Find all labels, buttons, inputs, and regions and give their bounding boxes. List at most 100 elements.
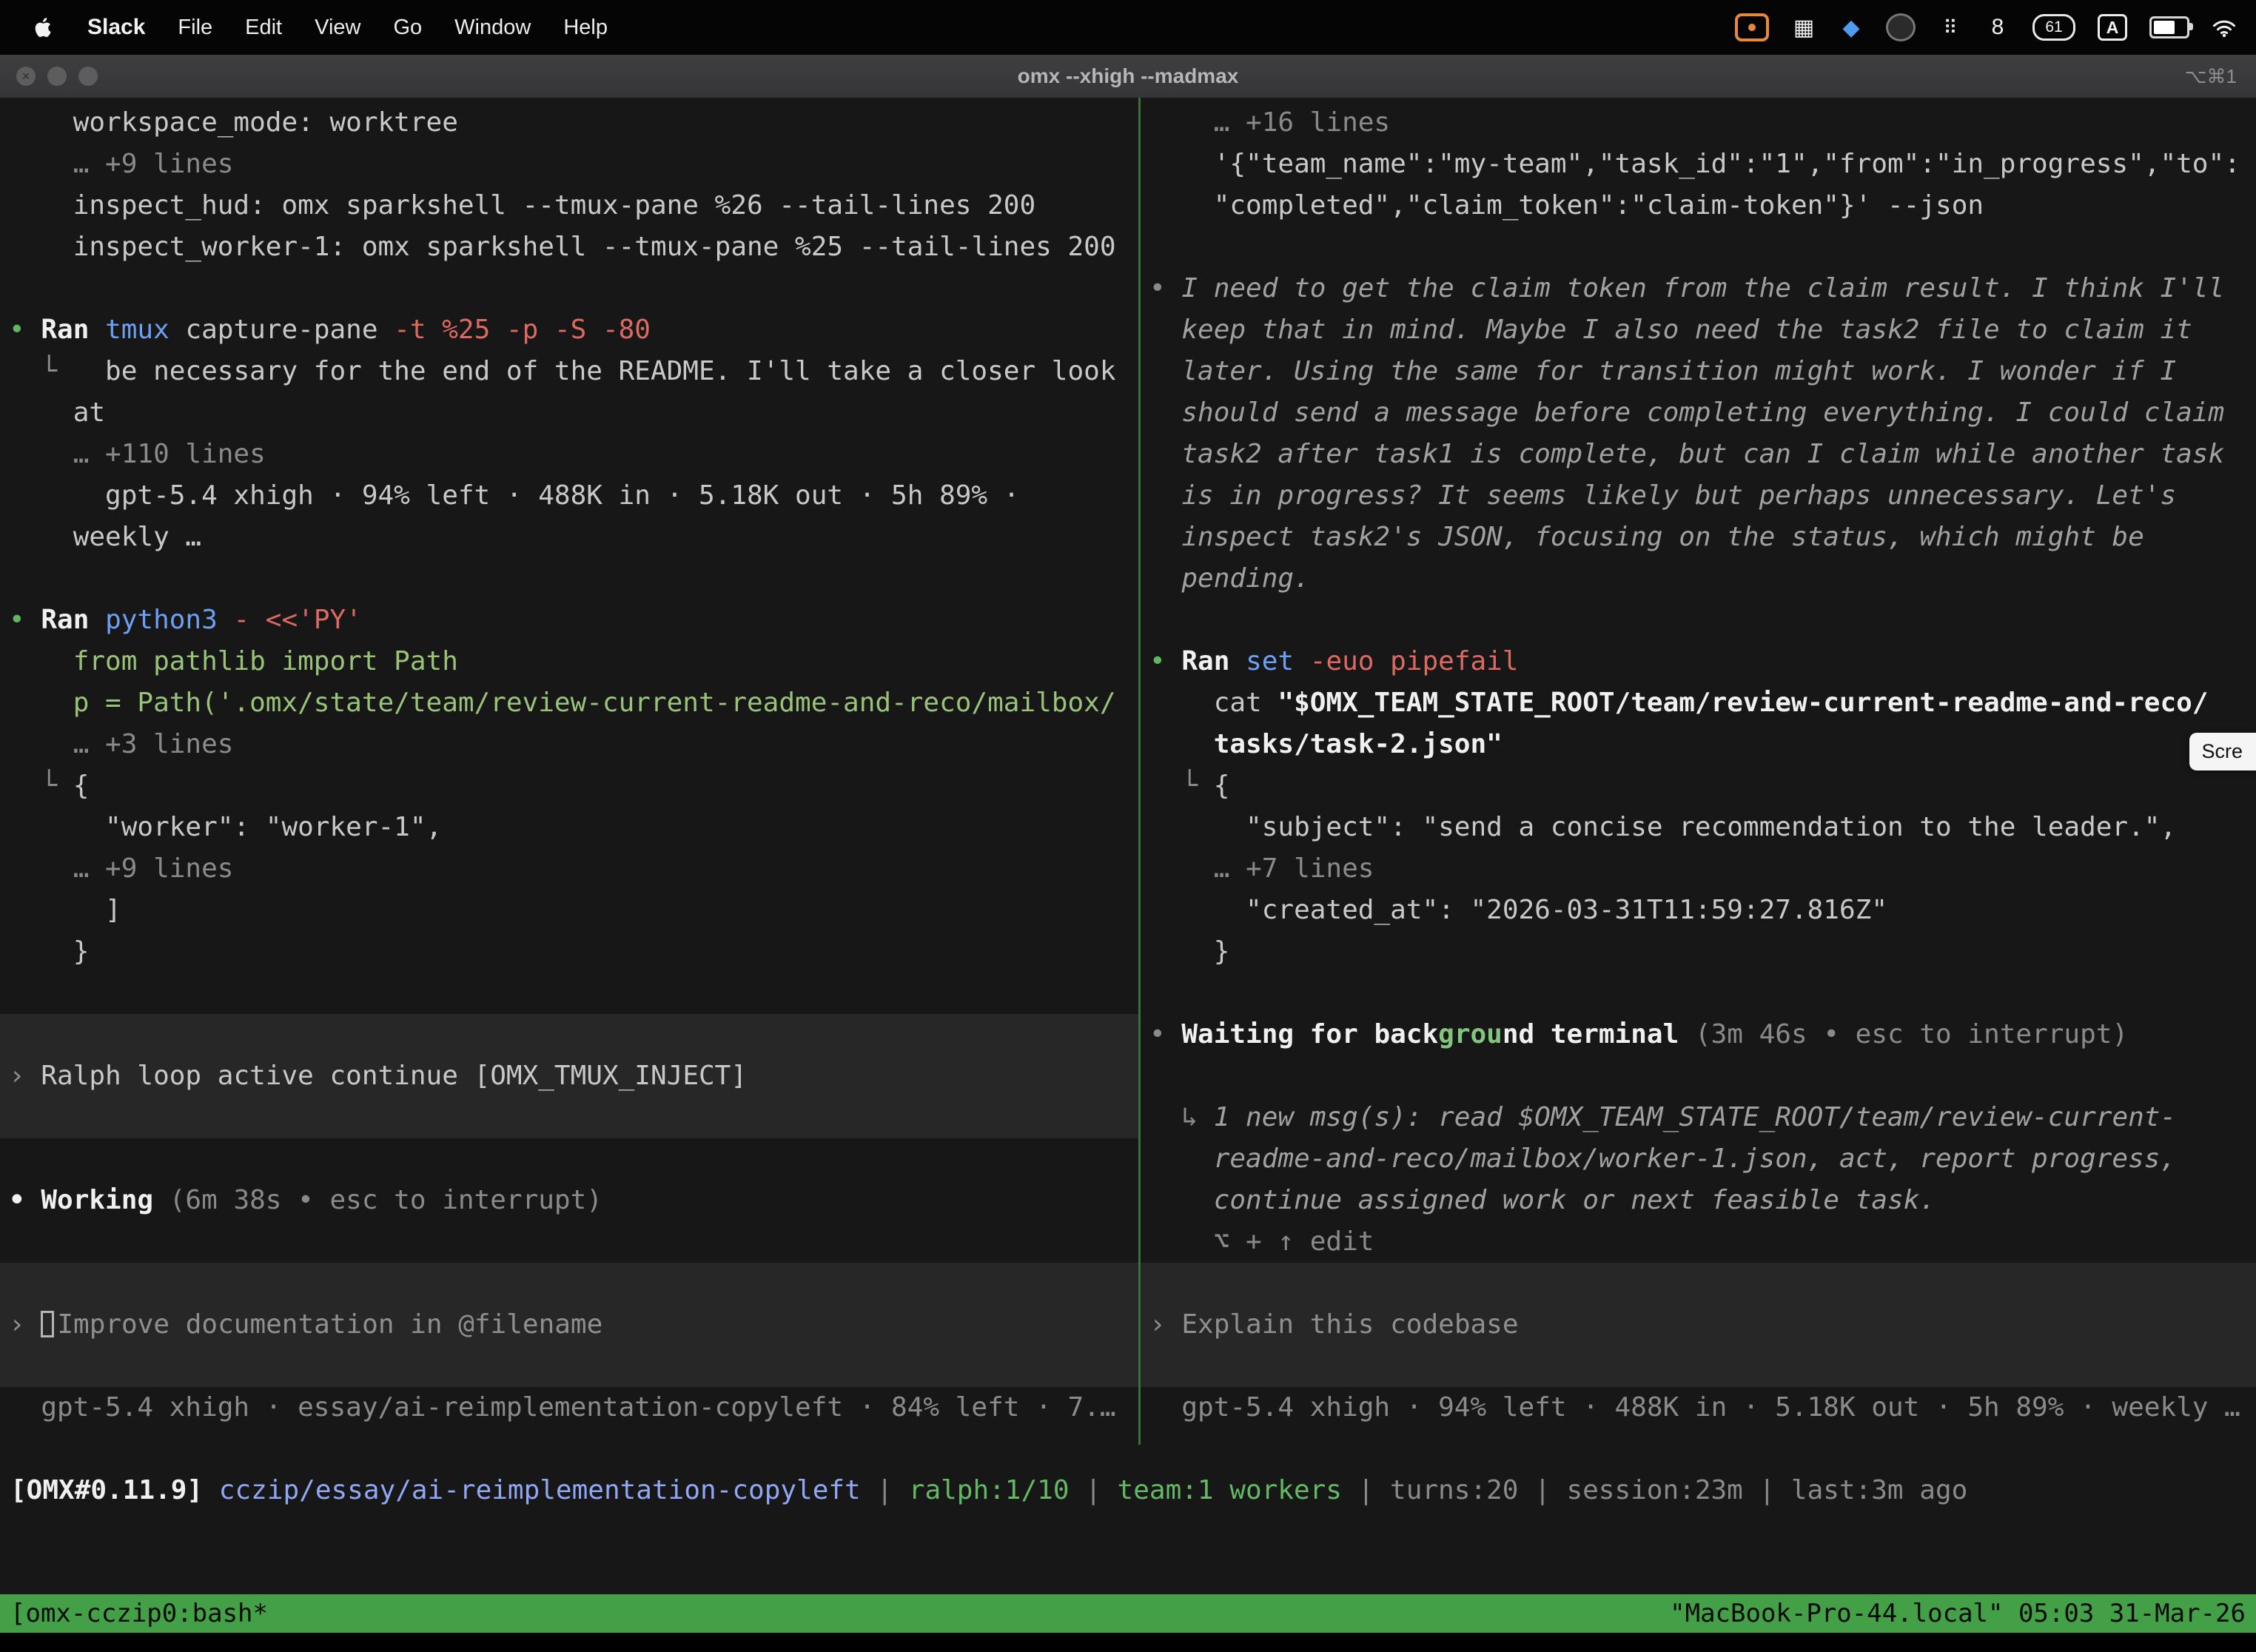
terminal-line: • Waiting for background terminal (3m 46… [1141, 1014, 2256, 1055]
terminal-line [1141, 973, 2256, 1014]
terminal-line [0, 973, 1138, 1014]
terminal-line: └ { [0, 765, 1138, 807]
battery-nub [2189, 23, 2193, 30]
pane-right[interactable]: … +16 lines '{"team_name":"my-team","tas… [1141, 98, 2256, 1445]
terminal-line: ↳ 1 new msg(s): read $OMX_TEAM_STATE_ROO… [1141, 1097, 2256, 1138]
menubar: Slack File Edit View Go Window Help ▦ ◆ ⠿ 8 6… [0, 0, 2256, 55]
terminal-line: gpt-5.4 xhigh · essay/ai-reimplementatio… [0, 1387, 1138, 1428]
terminal-line: › Improve documentation in @filename [0, 1304, 1138, 1346]
battery-fill [2154, 21, 2175, 34]
terminal-line: } [0, 931, 1138, 973]
terminal-line [0, 1221, 1138, 1263]
terminal-line: cat "$OMX_TEAM_STATE_ROOT/team/review-cu… [1141, 682, 2256, 724]
terminal-line: inspect_hud: omx sparkshell --tmux-pane … [0, 185, 1138, 226]
keyboard-viewer-icon[interactable]: ▦ [1791, 13, 1816, 42]
dark-app-icon[interactable] [1886, 13, 1916, 41]
terminal-line: ] [0, 890, 1138, 931]
tmux-host-time: "MacBook-Pro-44.local" 05:03 31-Mar-26 [1670, 1599, 2246, 1628]
terminal-line: › Ralph loop active continue [OMX_TMUX_I… [0, 1055, 1138, 1097]
terminal-line: workspace_mode: worktree [0, 102, 1138, 144]
menu-item-go[interactable]: Go [393, 16, 422, 39]
terminal-line: should send a message before completing … [1141, 392, 2256, 434]
terminal-line: • Ran tmux capture-pane -t %25 -p -S -80 [0, 309, 1138, 351]
terminal-line: gpt-5.4 xhigh · 94% left · 488K in · 5.1… [0, 475, 1138, 517]
menubar-status-icons: ▦ ◆ ⠿ 8 61 A [1735, 13, 2256, 42]
terminal-line: at [0, 392, 1138, 434]
screen-tooltip: Scre [2189, 733, 2256, 770]
menubar-items: File Edit View Go Window Help [178, 16, 608, 40]
terminal-line: └ { [1141, 765, 2256, 807]
terminal-line: • Working (6m 38s • esc to interrupt) [0, 1180, 1138, 1221]
menu-item-edit[interactable]: Edit [245, 16, 282, 39]
terminal-line [0, 1138, 1138, 1180]
tmux-panes: workspace_mode: worktree … +9 lines insp… [0, 98, 2256, 1445]
terminal-line [1141, 226, 2256, 268]
terminal-line: › Explain this codebase [1141, 1304, 2256, 1346]
terminal-window: workspace_mode: worktree … +9 lines insp… [0, 98, 2256, 1633]
terminal-line: • Ran set -euo pipefail [1141, 641, 2256, 682]
terminal-line: task2 after task1 is complete, but can I… [1141, 434, 2256, 475]
terminal-line: keep that in mind. Maybe I also need the… [1141, 309, 2256, 351]
launchpad-dots-icon[interactable]: ⠿ [1938, 13, 1963, 42]
terminal-line: … +9 lines [0, 848, 1138, 890]
terminal-line: readme-and-reco/mailbox/worker-1.json, a… [1141, 1138, 2256, 1180]
tmux-session-name[interactable]: [omx-cczip0:bash* [10, 1599, 268, 1628]
terminal-line [1141, 1055, 2256, 1097]
terminal-line: inspect task2's JSON, focusing on the st… [1141, 517, 2256, 558]
terminal-line: is in progress? It seems likely but perh… [1141, 475, 2256, 517]
menu-item-window[interactable]: Window [454, 16, 531, 39]
terminal-line: from pathlib import Path [0, 641, 1138, 682]
terminal-line: … +3 lines [0, 724, 1138, 765]
prompt-band[interactable]: › Explain this codebase [1141, 1263, 2256, 1387]
terminal-line: • Ran python3 - <<'PY' [0, 600, 1138, 641]
terminal-line: } [1141, 931, 2256, 973]
menubar-left: Slack File Edit View Go Window Help [0, 13, 608, 42]
prompt-band[interactable]: › Improve documentation in @filename [0, 1263, 1138, 1387]
apple-logo [33, 16, 52, 38]
terminal-line: "worker": "worker-1", [0, 807, 1138, 848]
terminal-line: inspect_worker-1: omx sparkshell --tmux-… [0, 226, 1138, 268]
figure-eight-icon[interactable]: 8 [1985, 13, 2010, 42]
terminal-line [0, 268, 1138, 309]
recording-dot-icon [1748, 24, 1756, 31]
terminal-line: • I need to get the claim token from the… [1141, 268, 2256, 309]
screen-recording-icon[interactable] [1735, 13, 1769, 41]
omx-status-line: [OMX#0.11.9] cczip/essay/ai-reimplementa… [0, 1470, 2256, 1511]
terminal-line: … +9 lines [0, 144, 1138, 185]
terminal-line: pending. [1141, 558, 2256, 600]
wifi-glyph [2212, 17, 2237, 38]
battery-percent-badge[interactable]: 61 [2032, 14, 2075, 41]
terminal-line [1141, 600, 2256, 641]
terminal-line: … +110 lines [0, 434, 1138, 475]
menu-item-view[interactable]: View [315, 16, 360, 39]
terminal-line: └ be necessary for the end of the README… [0, 351, 1138, 392]
battery-icon[interactable] [2149, 16, 2189, 38]
terminal-line: "subject": "send a concise recommendatio… [1141, 807, 2256, 848]
terminal-line: '{"team_name":"my-team","task_id":"1","f… [1141, 144, 2256, 185]
terminal-line: "created_at": "2026-03-31T11:59:27.816Z" [1141, 890, 2256, 931]
titlebar-shortcut: ⌥⌘1 [2185, 55, 2237, 98]
terminal-line: "completed","claim_token":"claim-token"}… [1141, 185, 2256, 226]
input-source-icon[interactable]: A [2098, 14, 2127, 41]
terminal-line: p = Path('.omx/state/team/review-current… [0, 682, 1138, 724]
menubar-app-name[interactable]: Slack [87, 15, 145, 40]
terminal-line: tasks/task-2.json" [1141, 724, 2256, 765]
pane-left[interactable]: workspace_mode: worktree … +9 lines insp… [0, 98, 1138, 1445]
terminal-line [0, 558, 1138, 600]
terminal-line: continue assigned work or next feasible … [1141, 1180, 2256, 1221]
window-titlebar[interactable]: × omx --xhigh --madmax ⌥⌘1 [0, 55, 2256, 99]
blue-app-icon[interactable]: ◆ [1839, 13, 1864, 42]
terminal-line: later. Using the same for transition mig… [1141, 351, 2256, 392]
text-cursor [41, 1311, 54, 1337]
tmux-status-bar: [omx-cczip0:bash* "MacBook-Pro-44.local"… [0, 1594, 2256, 1633]
terminal-line: gpt-5.4 xhigh · 94% left · 488K in · 5.1… [1141, 1387, 2256, 1428]
menu-item-file[interactable]: File [178, 16, 212, 39]
wifi-icon[interactable] [2212, 13, 2237, 42]
apple-menu-icon[interactable] [30, 13, 55, 42]
terminal-line: … +7 lines [1141, 848, 2256, 890]
window-title: omx --xhigh --madmax [0, 55, 2256, 98]
menu-item-help[interactable]: Help [563, 16, 608, 39]
terminal-line: ⌥ + ↑ edit [1141, 1221, 2256, 1263]
screen: Slack File Edit View Go Window Help ▦ ◆ ⠿ 8 6… [0, 0, 2256, 1652]
prompt-band[interactable]: › Ralph loop active continue [OMX_TMUX_I… [0, 1014, 1138, 1138]
